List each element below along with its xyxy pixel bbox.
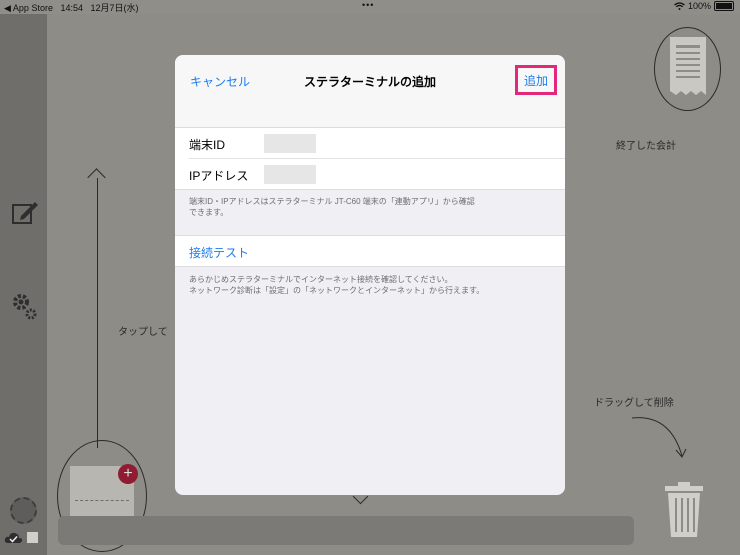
account-circle-icon[interactable] [10, 497, 37, 524]
curved-arrow-icon [631, 417, 687, 458]
test-note-line-1: あらかじめステラターミナルでインターネット接続を確認してください。 [189, 275, 453, 284]
terminal-id-field[interactable] [264, 134, 316, 153]
ip-address-row: IPアドレス [189, 158, 565, 189]
ip-address-label: IPアドレス [189, 169, 249, 183]
ip-address-field[interactable] [264, 165, 316, 184]
connection-test-group: 接続テスト [175, 235, 565, 267]
wifi-icon [674, 2, 685, 10]
connection-test-button[interactable]: 接続テスト [189, 244, 249, 261]
arrow-up-line [97, 178, 98, 448]
settings-gear-icon[interactable] [11, 292, 37, 320]
test-note-line-2: ネットワーク診断は「設定」の「ネットワークとインターネット」から行えます。 [189, 286, 485, 295]
status-bar: ◀ App Store 14:54 12月7日(水) ••• 100% [0, 0, 740, 14]
slip-divider [75, 500, 129, 501]
battery-percent: 100% [687, 1, 711, 11]
left-sidebar [0, 14, 47, 555]
back-to-app-store[interactable]: ◀ App Store [4, 3, 53, 13]
trash-icon[interactable] [665, 482, 703, 537]
connection-test-note: あらかじめステラターミナルでインターネット接続を確認してください。 ネットワーク… [189, 274, 549, 296]
terminal-id-label: 端末ID [189, 138, 226, 152]
add-order-plus-icon[interactable]: + [118, 464, 138, 484]
small-square-icon [27, 532, 38, 543]
multitask-dots[interactable]: ••• [362, 0, 374, 10]
fields-note-line-2: できます。 [189, 208, 229, 217]
status-right: 100% [674, 1, 734, 11]
cancel-button[interactable]: キャンセル [190, 73, 250, 90]
terminal-fields-group: 端末ID IPアドレス [175, 127, 565, 190]
modal-nav-bar: ステラターミナルの追加 キャンセル 追加 [175, 55, 565, 127]
status-date: 12月7日(水) [90, 3, 139, 13]
edit-icon[interactable] [11, 200, 39, 226]
fields-note: 端末ID・IPアドレスはステラターミナル JT-C60 端末の「連動アプリ」から… [189, 196, 549, 218]
fields-note-line-1: 端末ID・IPアドレスはステラターミナル JT-C60 端末の「連動アプリ」から… [189, 197, 475, 206]
drag-hint: ドラッグして削除 [594, 398, 674, 409]
receipt-icon[interactable] [668, 37, 708, 99]
add-button[interactable]: 追加 [515, 65, 557, 95]
receipt-label: 終了した会計 [616, 141, 676, 152]
tap-hint: タップして [118, 327, 168, 338]
add-terminal-modal: ステラターミナルの追加 キャンセル 追加 端末ID IPアドレス 端末ID・IP… [175, 55, 565, 495]
cloud-sync-icon [4, 532, 23, 543]
status-left[interactable]: ◀ App Store 14:54 12月7日(水) [4, 1, 139, 14]
status-time: 14:54 [60, 3, 83, 13]
bottom-tray [58, 516, 634, 545]
terminal-id-row: 端末ID [175, 128, 565, 158]
battery-icon [714, 1, 734, 11]
